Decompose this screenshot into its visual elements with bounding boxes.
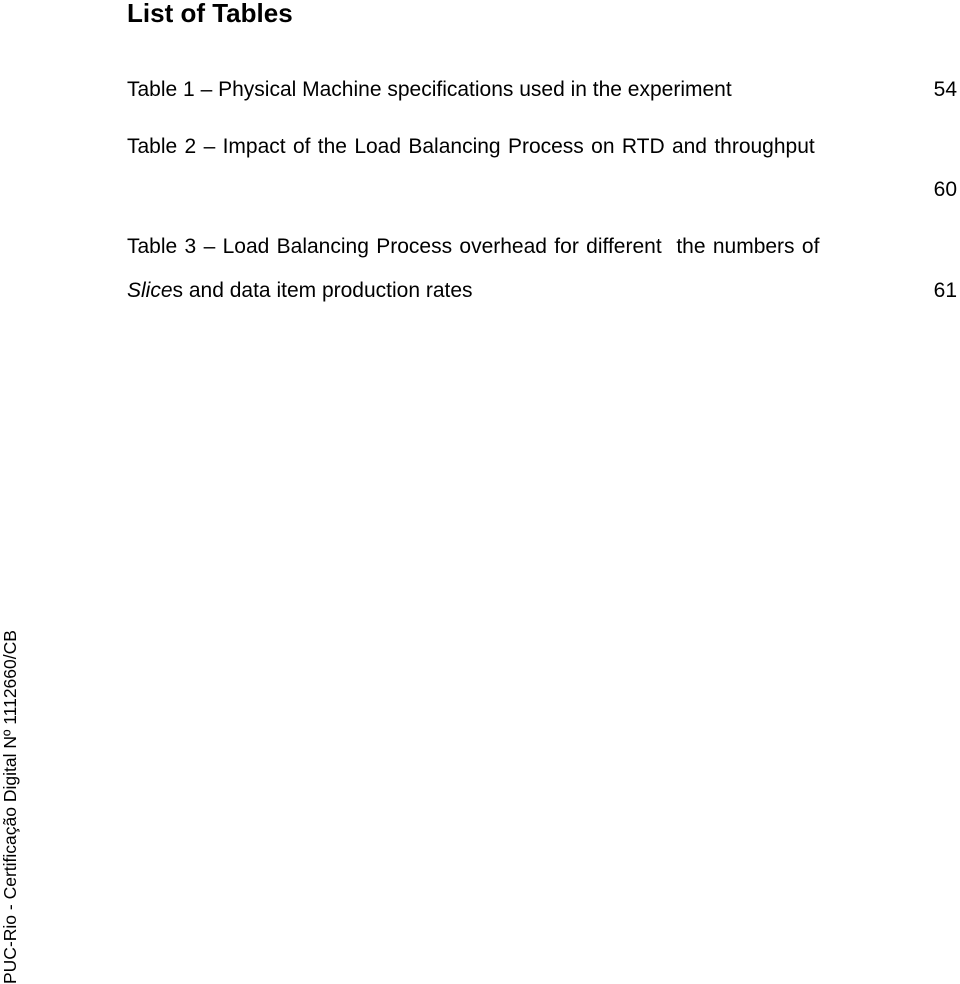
entry-label: Table 1: [127, 78, 195, 101]
entry-label: Table 2: [127, 135, 197, 158]
entry-label: Table 3: [127, 235, 197, 258]
entry-dash: –: [203, 235, 216, 258]
entry-page-number: 54: [933, 78, 957, 101]
entry-text: Impact of the Load Balancing Process on …: [222, 135, 815, 158]
entry-text: Physical Machine specifications used in …: [218, 78, 732, 101]
page-title: List of Tables: [127, 0, 293, 28]
entry-text-italic: Slice: [127, 279, 173, 302]
entry-dash: –: [200, 78, 213, 101]
entry-page-number: 61: [933, 279, 957, 302]
certification-watermark: PUC-Rio - Certificação Digital Nº 111266…: [0, 630, 20, 984]
entry-text: s and data item production rates: [172, 279, 473, 302]
entry-page-number: 60: [933, 178, 957, 201]
entry-dash: –: [203, 135, 216, 158]
entry-text: Load Balancing Process overhead for diff…: [222, 235, 820, 258]
